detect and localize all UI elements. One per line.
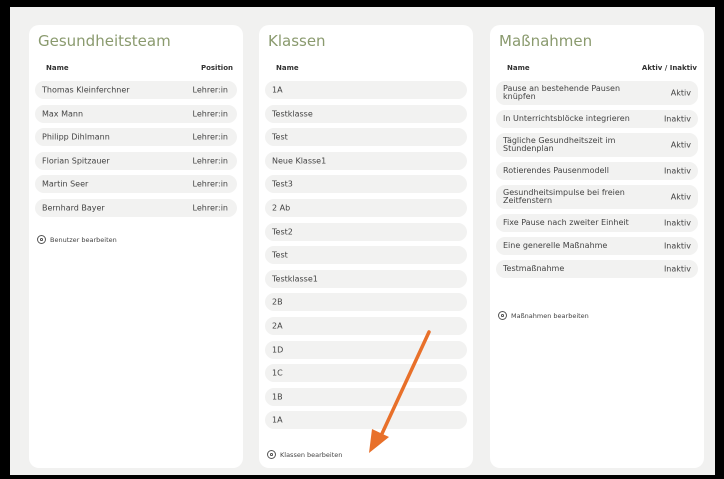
annotation-arrow [369,330,431,453]
arrow-shaft [378,330,431,440]
arrow-head [369,429,389,453]
